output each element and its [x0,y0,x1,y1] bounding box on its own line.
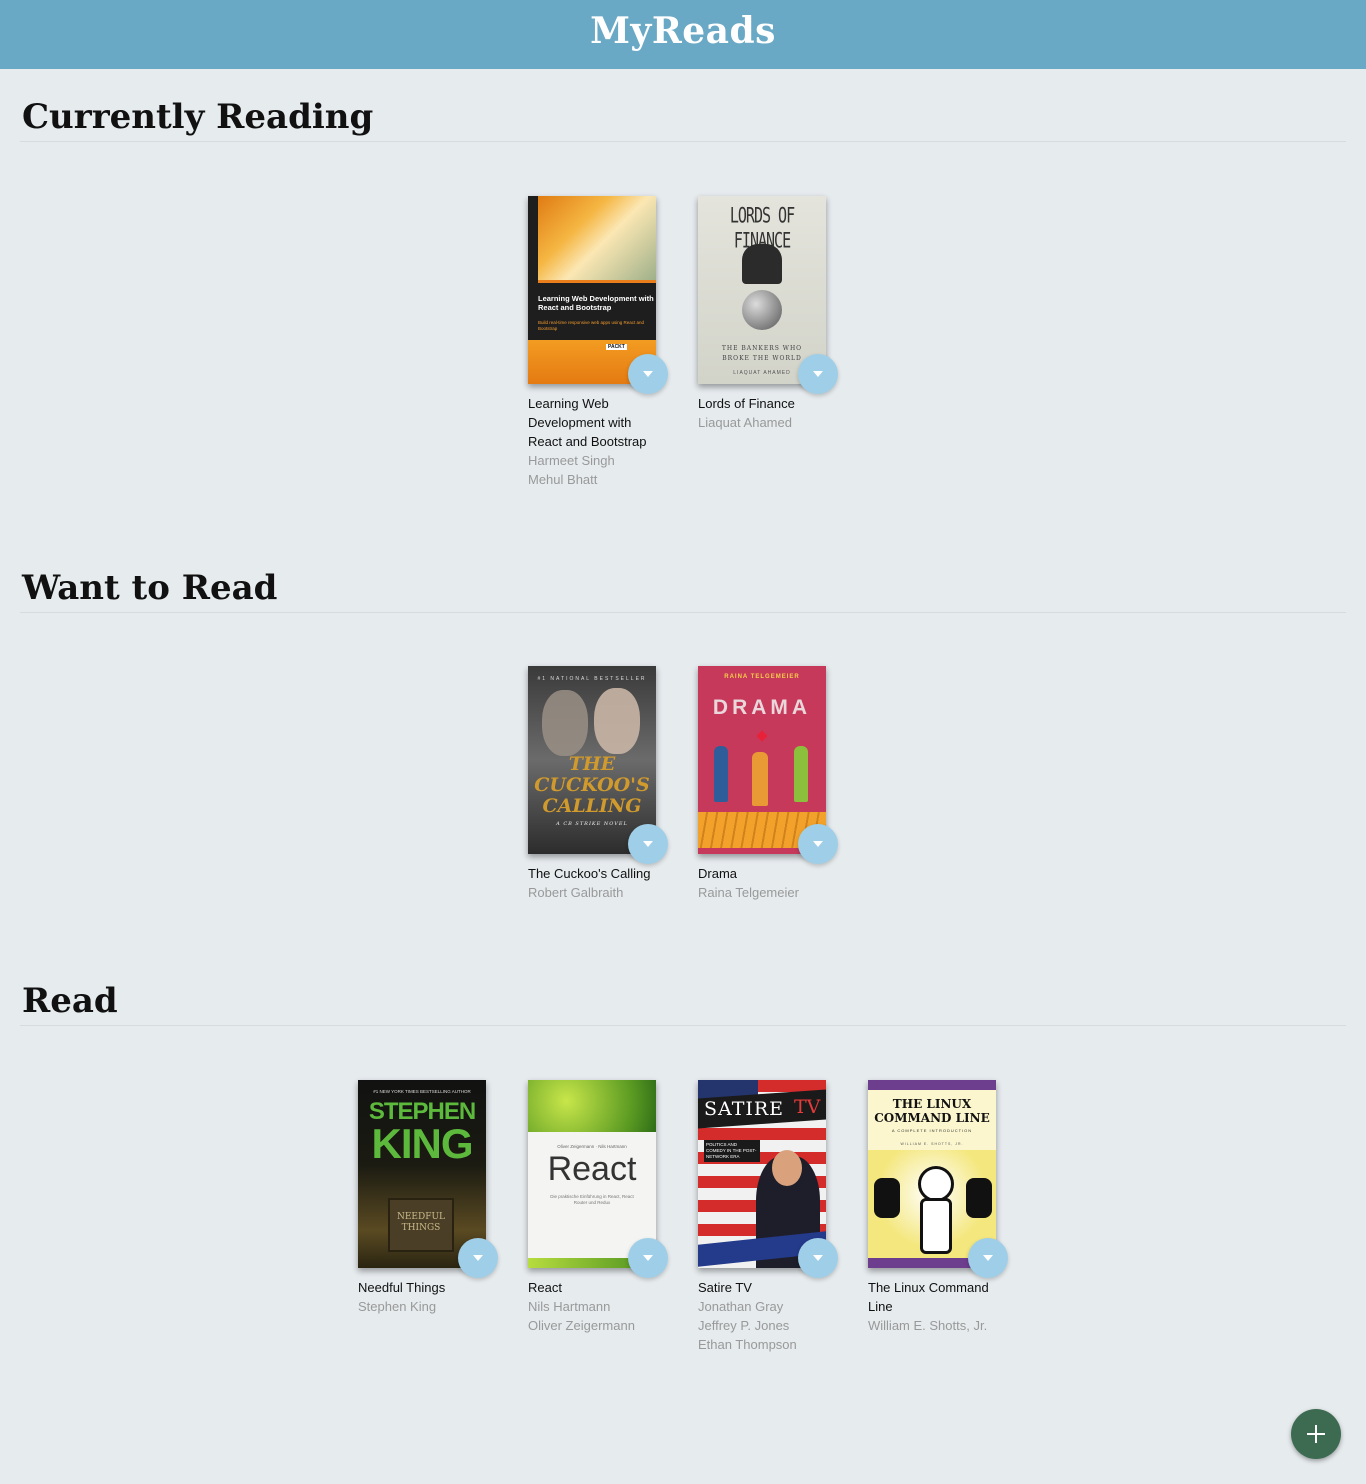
dropdown-arrow-icon [643,1255,653,1261]
book-author: Stephen King [358,1299,437,1314]
cover-headline: SATIRE [704,1098,785,1120]
shelf-books: #1 NEW YORK TIMES BESTSELLING AUTHOR STE… [20,1026,1346,1376]
book-author: Mehul Bhatt [528,472,598,487]
dropdown-arrow-icon [813,1255,823,1261]
book-author: Liaquat Ahamed [698,415,792,430]
shelf-changer-button[interactable] [628,1238,668,1278]
book-author: Robert Galbraith [528,885,624,900]
cover-headline-2: TV [794,1096,821,1118]
shelf-changer-button[interactable] [628,354,668,394]
book-cover[interactable]: RAINA TELGEMEIER DRAMA [698,666,826,854]
dropdown-arrow-icon [983,1255,993,1261]
cover-headline: Learning Web Development with React and … [538,294,654,312]
book-item: THE LINUX COMMAND LINE A COMPLETE INTROD… [868,1080,1008,1335]
cover-tagline: Build real-time responsive web apps usin… [538,320,645,331]
cover-headline: THE LINUX COMMAND LINE [874,1097,990,1125]
dropdown-arrow-icon [813,371,823,377]
book-title: The Linux Command Line [868,1280,989,1314]
book-title: Needful Things [358,1280,446,1295]
cover-author: WILLIAM E. SHOTTS, JR. [900,1142,964,1146]
book-title: Lords of Finance [698,396,795,411]
shelf-changer-button[interactable] [628,824,668,864]
cover-sign: NEEDFUL THINGS [396,1212,446,1233]
shelf-currently-reading: Currently Reading Learning Web Developme… [20,93,1346,492]
cover-author-last: KING [371,1120,474,1167]
book-title: React [528,1280,562,1295]
shelf-changer-button[interactable] [798,354,838,394]
app-title: MyReads [590,10,776,52]
plus-icon [1307,1425,1325,1443]
book-cover[interactable]: #1 NEW YORK TIMES BESTSELLING AUTHOR STE… [358,1080,486,1268]
book-item: Oliver Zeigermann · Nils Hartmann React … [528,1080,668,1335]
cover-tagline: Die praktische Einführung in React, Reac… [550,1194,634,1205]
book-title: Drama [698,866,738,881]
dropdown-arrow-icon [643,371,653,377]
cover-authors: Oliver Zeigermann · Nils Hartmann [557,1144,627,1149]
book-author: Jonathan Gray [698,1299,784,1314]
cover-headline: DRAMA [712,696,812,719]
book-cover[interactable]: LORDS OF FINANCE THE BANKERS WHO BROKE T… [698,196,826,384]
cover-author: RAINA TELGEMEIER [724,674,800,680]
shelf-read: Read #1 NEW YORK TIMES BESTSELLING AUTHO… [20,977,1346,1376]
book-author: Ethan Thompson [698,1337,797,1352]
shelf-books: Learning Web Development with React and … [20,142,1346,492]
dropdown-arrow-icon [813,841,823,847]
shelf-changer-button[interactable] [798,1238,838,1278]
book-author: Jeffrey P. Jones [698,1318,790,1333]
book-item: #1 NATIONAL BESTSELLER THE CUCKOO'S CALL… [528,666,668,902]
book-item: LORDS OF FINANCE THE BANKERS WHO BROKE T… [698,196,838,432]
book-item: RAINA TELGEMEIER DRAMA Drama Raina Telge… [698,666,838,902]
book-author: Nils Hartmann [528,1299,611,1314]
dropdown-arrow-icon [473,1255,483,1261]
book-cover[interactable]: Learning Web Development with React and … [528,196,656,384]
shelf-changer-button[interactable] [458,1238,498,1278]
shelf-changer-button[interactable] [798,824,838,864]
cover-banner: #1 NEW YORK TIMES BESTSELLING AUTHOR [373,1089,471,1094]
book-author: Harmeet Singh [528,453,615,468]
dropdown-arrow-icon [643,841,653,847]
book-cover[interactable]: SATIRE TV POLITICS AND COMEDY IN THE POS… [698,1080,826,1268]
cover-subtitle: POLITICS AND COMEDY IN THE POST-NETWORK … [704,1140,760,1162]
book-cover[interactable]: Oliver Zeigermann · Nils Hartmann React … [528,1080,656,1268]
book-title: Satire TV [698,1280,752,1295]
cover-subtitle: THE BANKERS WHO BROKE THE WORLD [721,345,803,362]
book-author: Oliver Zeigermann [528,1318,635,1333]
shelf-want-to-read: Want to Read #1 NATIONAL BESTSELLER THE … [20,564,1346,913]
book-item: Learning Web Development with React and … [528,196,668,489]
shelf-title: Read [20,977,1346,1026]
book-author: William E. Shotts, Jr. [868,1318,988,1333]
cover-banner: #1 NATIONAL BESTSELLER [537,676,647,682]
cover-headline: THE CUCKOO'S CALLING [534,753,650,817]
add-book-button[interactable] [1291,1409,1341,1459]
shelf-title: Want to Read [20,564,1346,613]
cover-headline: React [547,1150,637,1188]
cover-publisher: PACKT [606,344,627,350]
shelf-title: Currently Reading [20,93,1346,142]
book-author: Raina Telgemeier [698,885,799,900]
book-cover[interactable]: #1 NATIONAL BESTSELLER THE CUCKOO'S CALL… [528,666,656,854]
book-title: Learning Web Development with React and … [528,396,647,449]
book-title: The Cuckoo's Calling [528,866,651,881]
app-header: MyReads [0,0,1366,69]
cover-subtitle: A COMPLETE INTRODUCTION [891,1128,973,1133]
book-cover[interactable]: THE LINUX COMMAND LINE A COMPLETE INTROD… [868,1080,996,1268]
book-item: #1 NEW YORK TIMES BESTSELLING AUTHOR STE… [358,1080,498,1316]
book-item: SATIRE TV POLITICS AND COMEDY IN THE POS… [698,1080,838,1354]
shelf-changer-button[interactable] [968,1238,1008,1278]
shelf-books: #1 NATIONAL BESTSELLER THE CUCKOO'S CALL… [20,613,1346,913]
